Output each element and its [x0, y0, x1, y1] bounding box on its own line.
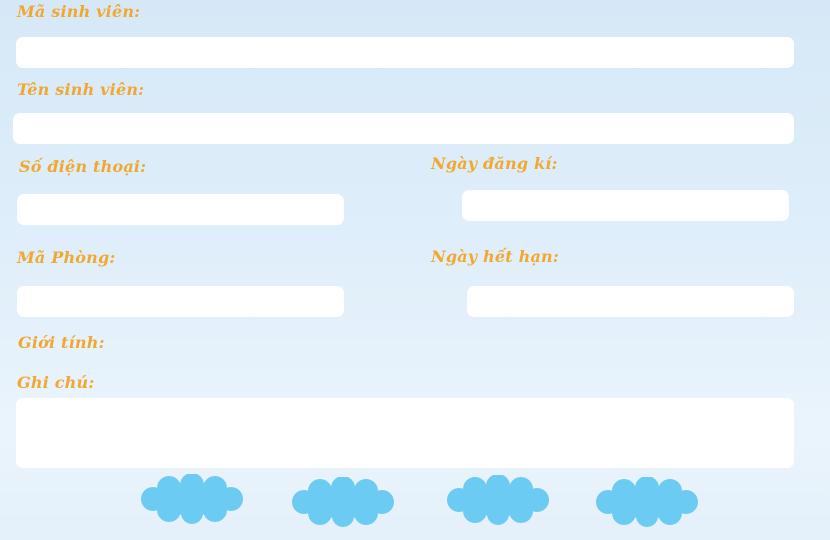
- student-name-label: Tên sinh viên:: [17, 80, 145, 99]
- phone-input[interactable]: [17, 194, 344, 225]
- cloud-icon: [292, 477, 394, 527]
- cloud-button-2[interactable]: [284, 477, 402, 527]
- cloud-icon: [141, 474, 243, 524]
- expiry-date-label: Ngày hết hạn:: [431, 247, 559, 266]
- cloud-icon: [596, 477, 698, 527]
- register-date-label: Ngày đăng kí:: [431, 154, 558, 173]
- note-label: Ghi chú:: [17, 373, 95, 392]
- cloud-icon: [447, 475, 549, 525]
- student-name-input[interactable]: [13, 113, 794, 144]
- student-id-input[interactable]: [16, 37, 794, 68]
- room-id-input[interactable]: [17, 286, 344, 317]
- phone-label: Số điện thoại:: [19, 157, 147, 176]
- register-date-input[interactable]: [462, 190, 789, 221]
- cloud-button-4[interactable]: [588, 477, 706, 527]
- expiry-date-input[interactable]: [467, 286, 794, 317]
- cloud-button-3[interactable]: [439, 475, 557, 525]
- student-id-label: Mã sinh viên:: [17, 2, 141, 21]
- note-textarea[interactable]: [16, 398, 794, 468]
- gender-label: Giới tính:: [18, 333, 105, 352]
- cloud-button-1[interactable]: [133, 474, 251, 524]
- room-id-label: Mã Phòng:: [17, 248, 116, 267]
